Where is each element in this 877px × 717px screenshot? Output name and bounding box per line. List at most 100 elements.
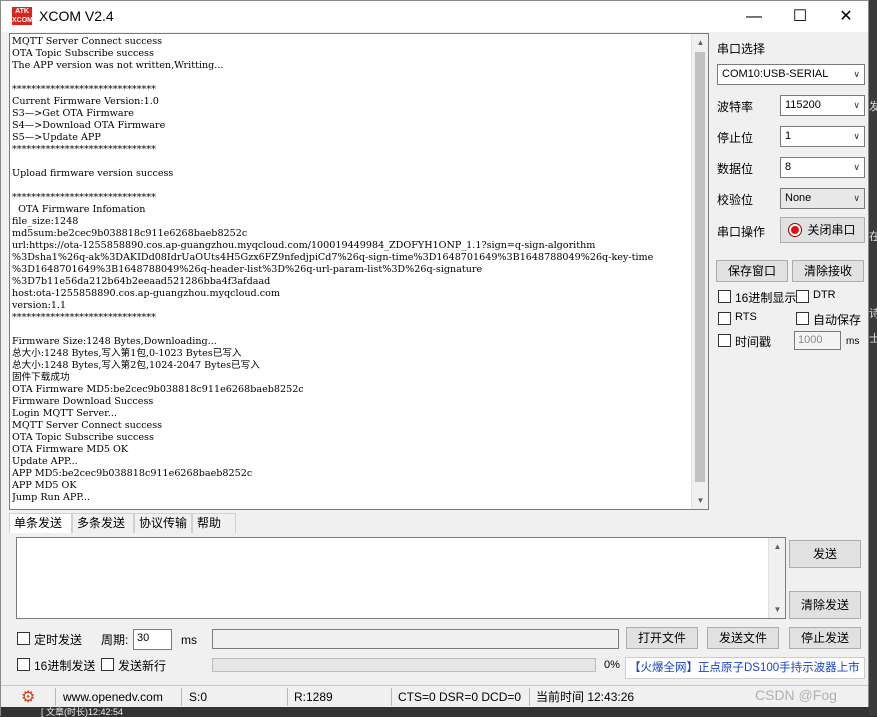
file-path-input[interactable] (212, 629, 619, 649)
receive-line: url:https://ota-1255858890.cos.ap-guangz… (12, 240, 596, 251)
timestamp-checkbox[interactable] (718, 334, 731, 347)
baud-select[interactable]: 115200 ∨ (780, 95, 865, 116)
auto-save-checkbox[interactable] (796, 312, 809, 325)
send-button[interactable]: 发送 (789, 540, 861, 568)
status-divider (287, 688, 288, 706)
receive-line: version:1.1 (12, 300, 67, 311)
tab-help[interactable]: 帮助 (192, 513, 236, 533)
promo-link[interactable]: 【火爆全网】正点原子DS100手持示波器上市 (625, 657, 865, 679)
data-bits-value: 8 (785, 161, 792, 173)
baud-value: 115200 (785, 99, 821, 111)
chevron-down-icon: ∨ (853, 162, 860, 172)
chevron-down-icon: ∨ (853, 69, 860, 79)
dtr-checkbox[interactable] (796, 290, 809, 303)
hex-send-label: 16进制发送 (34, 659, 96, 673)
scroll-thumb[interactable] (695, 52, 705, 482)
receive-line: Firmware Size:1248 Bytes,Downloading... (12, 336, 217, 347)
chevron-down-icon: ∨ (853, 193, 860, 203)
send-file-button[interactable]: 发送文件 (707, 627, 779, 649)
minimize-button[interactable]: — (731, 1, 777, 32)
rts-checkbox[interactable] (718, 312, 731, 325)
open-file-button[interactable]: 打开文件 (626, 627, 698, 649)
period-input[interactable]: 30 (133, 629, 172, 650)
status-divider (391, 688, 392, 706)
data-bits-select[interactable]: 8 ∨ (780, 157, 865, 178)
parity-label: 校验位 (717, 193, 754, 207)
send-scrollbar[interactable]: ▲ ▼ (768, 538, 785, 618)
stop-bits-select[interactable]: 1 ∨ (780, 126, 865, 147)
tab-single-send[interactable]: 单条发送 (9, 513, 72, 533)
receive-area[interactable]: MQTT Server Connect success OTA Topic Sub… (9, 33, 709, 510)
receive-line: Jump Run APP... (12, 492, 90, 503)
timestamp-unit: ms (846, 336, 860, 347)
current-time: 当前时间 12:43:26 (536, 690, 635, 704)
clear-send-button[interactable]: 清除发送 (789, 591, 861, 619)
maximize-button[interactable]: ☐ (777, 1, 823, 32)
receive-line: ****************************** (12, 192, 156, 203)
receive-line: S4—>Download OTA Firmware (12, 120, 166, 131)
receive-line: %3D1648701649%3B1648788049%26q-header-li… (12, 264, 483, 275)
send-newline-checkbox[interactable] (101, 658, 114, 671)
status-bar: ⚙ www.openedv.com S:0 R:1289 CTS=0 DSR=0… (1, 685, 868, 707)
clear-receive-button[interactable]: 清除接收 (792, 260, 864, 282)
status-divider (55, 688, 56, 706)
port-value: COM10:USB-SERIAL (722, 68, 829, 80)
status-divider (529, 688, 530, 706)
receive-scrollbar[interactable]: ▲ ▼ (691, 34, 708, 509)
timestamp-input[interactable]: 1000 (794, 331, 841, 350)
sent-count: S:0 (189, 690, 208, 704)
parity-select[interactable]: None ∨ (780, 188, 865, 209)
rts-label: RTS (735, 311, 757, 323)
send-input[interactable]: ▲ ▼ (16, 537, 786, 619)
receive-line: OTA Firmware Infomation (12, 204, 146, 215)
save-window-button[interactable]: 保存窗口 (716, 260, 788, 282)
receive-line: Upload firmware version success (12, 168, 174, 179)
scroll-up-icon[interactable]: ▲ (769, 538, 786, 555)
send-progress-bar (212, 658, 596, 672)
tab-multi-send[interactable]: 多条发送 (72, 513, 134, 533)
gear-icon[interactable]: ⚙ (21, 687, 35, 707)
hex-display-checkbox[interactable] (718, 290, 731, 303)
receive-line: S5—>Update APP (12, 132, 101, 143)
timed-send-checkbox[interactable] (17, 632, 30, 645)
scroll-down-icon[interactable]: ▼ (769, 601, 786, 618)
timed-send-label: 定时发送 (34, 633, 83, 647)
receive-line: OTA Topic Subscribe success (12, 432, 154, 443)
background-char: 发 (869, 101, 877, 113)
receive-text: MQTT Server Connect success OTA Topic Sub… (12, 36, 692, 506)
parity-value: None (785, 192, 812, 204)
stop-bits-value: 1 (785, 130, 792, 142)
website-link[interactable]: www.openedv.com (63, 689, 163, 705)
receive-line: 总大小:1248 Bytes,写入第2包,1024-2047 Bytes已写入 (12, 360, 260, 371)
close-port-button[interactable]: 关闭串口 (780, 217, 865, 243)
title-bar[interactable]: ATK XCOM XCOM V2.4 — ☐ ✕ (1, 1, 868, 32)
tab-protocol[interactable]: 协议传输 (134, 513, 192, 533)
receive-line: MQTT Server Connect success (12, 36, 163, 47)
receive-line: MQTT Server Connect success (12, 420, 163, 431)
hex-display-label: 16进制显示 (735, 291, 797, 305)
receive-line (12, 156, 692, 168)
status-led-icon (789, 224, 802, 236)
dtr-label: DTR (813, 289, 836, 301)
receive-line: ****************************** (12, 312, 156, 323)
receive-line: file_size:1248 (12, 216, 79, 227)
close-button[interactable]: ✕ (823, 1, 869, 32)
scroll-up-icon[interactable]: ▲ (692, 34, 709, 51)
receive-line: APP MD5 OK (12, 480, 77, 491)
scroll-down-icon[interactable]: ▼ (692, 492, 709, 509)
xcom-window: ATK XCOM XCOM V2.4 — ☐ ✕ MQTT Server Conn… (0, 0, 870, 717)
chevron-down-icon: ∨ (853, 131, 860, 141)
receive-line: ****************************** (12, 84, 156, 95)
receive-line: ****************************** (12, 144, 156, 155)
receive-line: S3—>Get OTA Firmware (12, 108, 134, 119)
receive-line (12, 324, 692, 336)
port-select[interactable]: COM10:USB-SERIAL ∨ (717, 64, 865, 85)
background-char: 在 (869, 231, 877, 243)
stop-bits-label: 停止位 (717, 131, 754, 145)
stop-send-button[interactable]: 停止发送 (789, 627, 861, 649)
background-window-strip: 发 在 诗 士 (869, 0, 877, 716)
chevron-down-icon: ∨ (853, 100, 860, 110)
receive-line: Login MQTT Server... (12, 408, 117, 419)
hex-send-checkbox[interactable] (17, 658, 30, 671)
receive-line: %3Dsha1%26q-ak%3DAKIDd08IdrUaOUts4H5Gzx6… (12, 252, 654, 263)
